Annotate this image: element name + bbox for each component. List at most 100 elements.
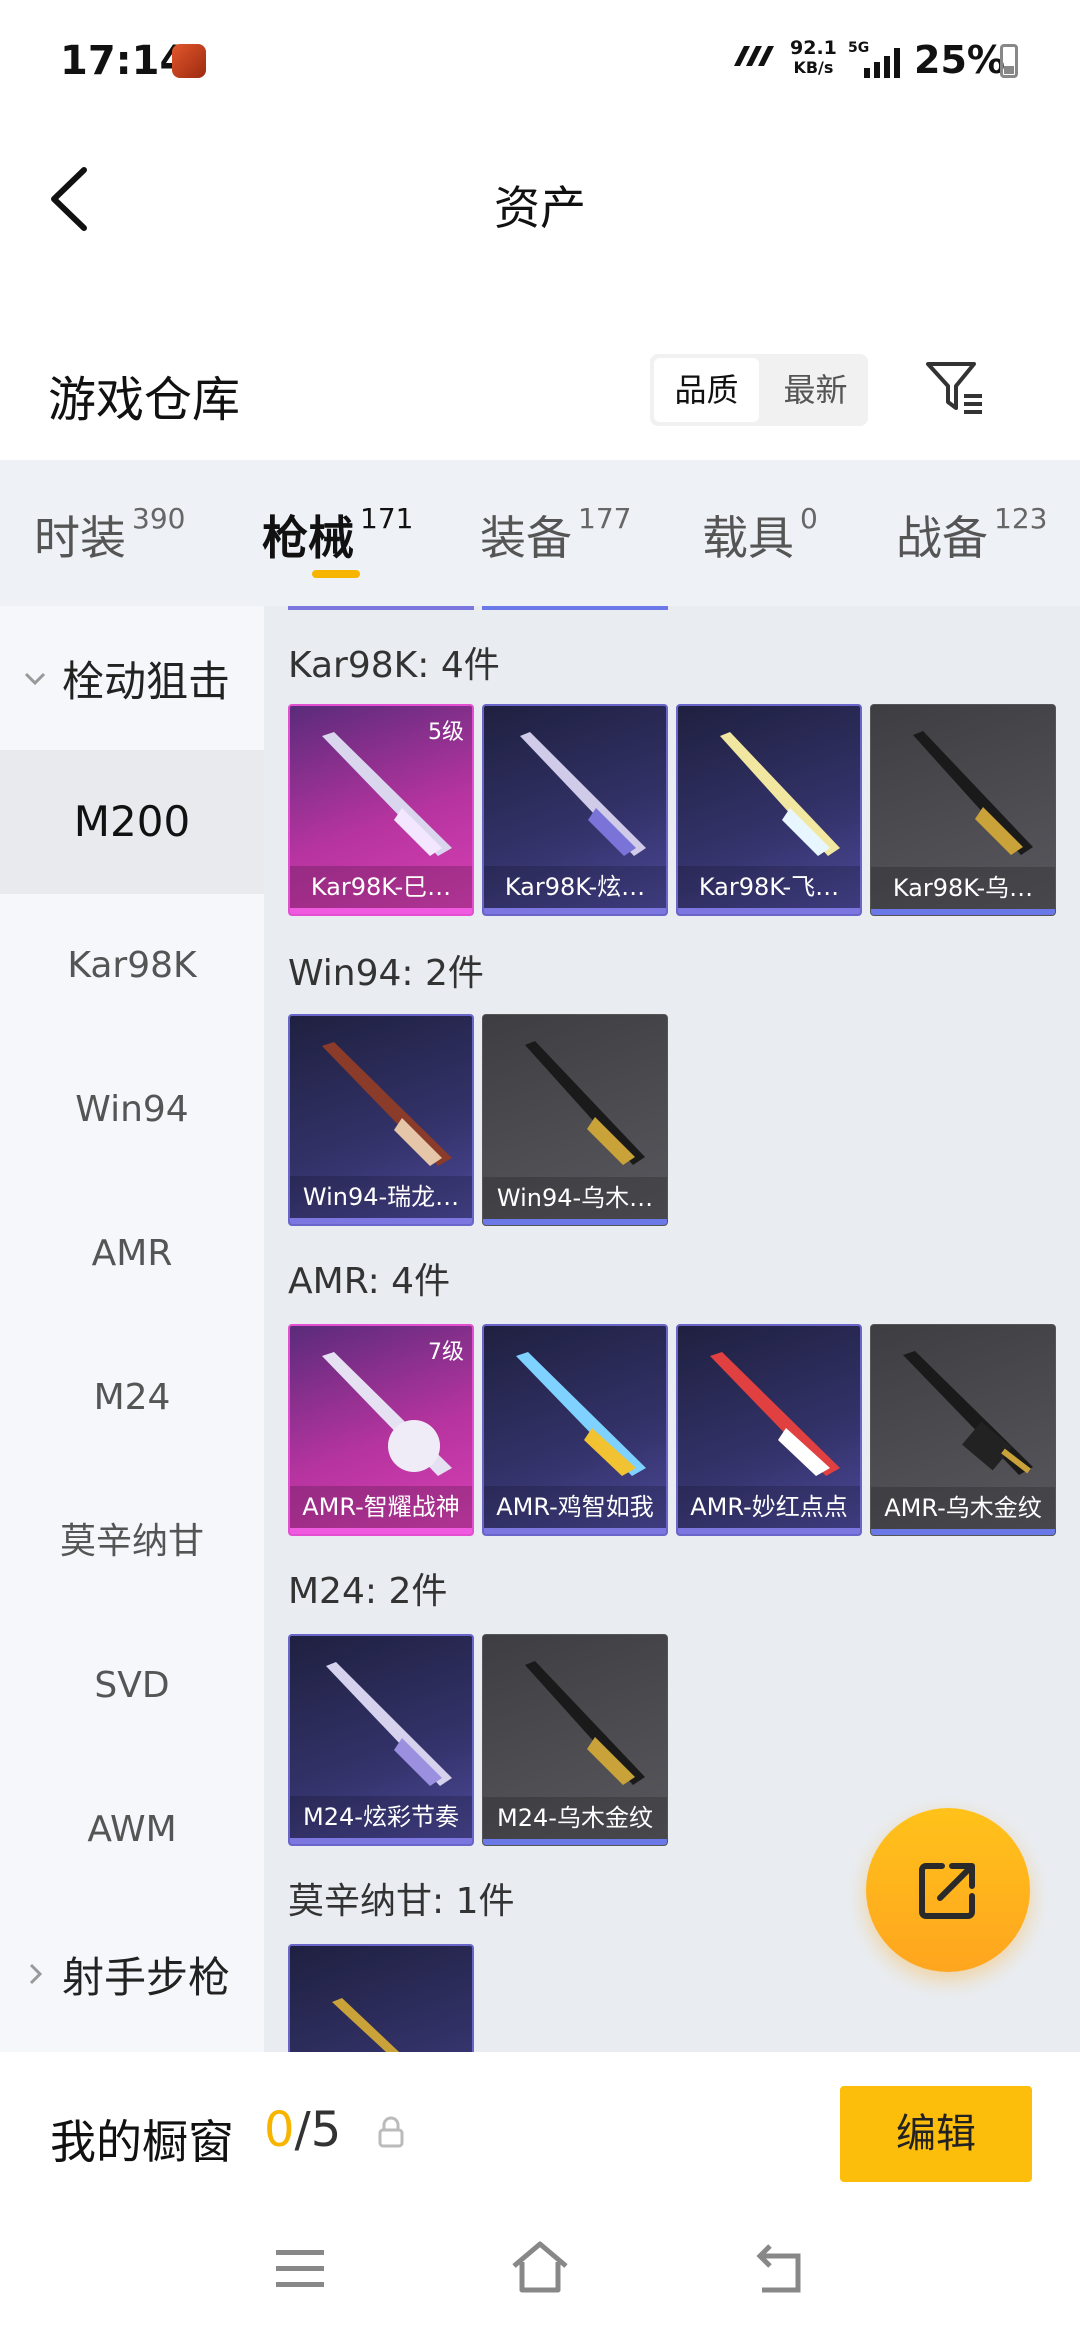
export-icon — [919, 1863, 975, 1919]
chevron-right-icon — [29, 1963, 43, 1985]
page-title: 资产 — [494, 181, 586, 235]
item-name: Kar98K-飞… — [678, 866, 860, 908]
rifle-icon — [913, 731, 1033, 855]
rifle-icon — [322, 732, 452, 856]
rarity-bar — [871, 909, 1055, 915]
item-name: AMR-智耀战神 — [290, 1486, 472, 1528]
warehouse-label: 游戏仓库 — [48, 372, 241, 428]
item-name: AMR-妙红点点 — [678, 1486, 860, 1528]
section-title: Kar98K: 4件 — [288, 645, 500, 686]
rifle-icon — [710, 1352, 840, 1476]
rarity-bar — [290, 1838, 472, 1844]
sidebar-item-win94[interactable]: Win94 — [0, 1038, 264, 1182]
showcase-label: 我的橱窗 — [50, 2115, 234, 2169]
item-card[interactable]: AMR-乌木金纹 — [870, 1324, 1056, 1536]
menu-icon[interactable] — [268, 2236, 332, 2300]
item-card[interactable]: 5级 Kar98K-巳… — [288, 704, 474, 916]
item-card[interactable]: M24-炫彩节奏 — [288, 1634, 474, 1846]
item-name: Win94-瑞龙… — [290, 1176, 472, 1218]
rarity-bar — [484, 908, 666, 914]
active-tab-indicator — [312, 570, 360, 578]
rifle-icon — [903, 1351, 1033, 1475]
rifle-icon — [516, 1352, 646, 1476]
item-card[interactable]: Kar98K-飞… — [676, 704, 862, 916]
section-title: Win94: 2件 — [288, 953, 484, 994]
rarity-bar — [871, 1529, 1055, 1535]
rarity-bar — [483, 1219, 667, 1225]
item-card[interactable]: Win94-乌木… — [482, 1014, 668, 1226]
status-time: 17:14 — [60, 38, 188, 84]
rarity-bar — [290, 1218, 472, 1224]
sidebar-item-m24[interactable]: M24 — [0, 1326, 264, 1470]
showcase-count: 0/5 — [264, 2102, 342, 2158]
sidebar-item-m200[interactable]: M200 — [0, 750, 264, 894]
sort-newest-option[interactable]: 最新 — [763, 354, 868, 426]
battery-percent: 25% — [914, 38, 1005, 82]
lock-icon — [378, 2116, 404, 2148]
category-tabs: 时装 390 枪械 171 装备 177 载具 0 战备 123 — [0, 460, 1080, 606]
section-title: 莫辛纳甘: 1件 — [288, 1881, 515, 1922]
rarity-bar — [483, 1839, 667, 1845]
item-card[interactable]: M24-乌木金纹 — [482, 1634, 668, 1846]
section-title: AMR: 4件 — [288, 1261, 451, 1302]
item-card[interactable]: 7级 AMR-智耀战神 — [288, 1324, 474, 1536]
item-card[interactable]: Kar98K-炫… — [482, 704, 668, 916]
item-card[interactable]: Win94-瑞龙… — [288, 1014, 474, 1226]
rarity-bar — [678, 908, 860, 914]
status-bar: 17:14 92.1 KB/s 5G 25% — [0, 0, 1080, 120]
svg-text:5G: 5G — [848, 40, 869, 56]
tab-guns[interactable]: 枪械 171 — [262, 502, 413, 568]
sidebar-item-mosin[interactable]: 莫辛纳甘 — [0, 1470, 264, 1614]
rifle-icon — [322, 1352, 452, 1476]
tab-equipment[interactable]: 装备 177 — [480, 502, 631, 568]
rifle-icon — [322, 1042, 452, 1166]
tab-supplies[interactable]: 战备 123 — [896, 502, 1047, 568]
section-title: M24: 2件 — [288, 1571, 448, 1612]
warehouse-header: 游戏仓库 品质 最新 — [0, 330, 1080, 460]
tab-costumes[interactable]: 时装 390 — [34, 502, 185, 568]
back-nav-icon[interactable] — [748, 2236, 812, 2300]
item-name: M24-炫彩节奏 — [290, 1796, 472, 1838]
rarity-bar — [290, 1528, 472, 1534]
clipped-card-bar — [288, 606, 474, 610]
share-button[interactable] — [866, 1808, 1030, 1972]
tab-vehicles[interactable]: 载具 0 — [702, 502, 818, 568]
item-name: Kar98K-乌… — [871, 867, 1055, 909]
showcase-bar: 我的橱窗 0/5 编辑 — [0, 2052, 1080, 2192]
sidebar-item-kar98k[interactable]: Kar98K — [0, 894, 264, 1038]
filter-icon[interactable] — [922, 356, 986, 420]
rifle-icon — [332, 1998, 400, 2052]
sidebar-group-marksman[interactable]: 射手步枪 — [0, 1902, 264, 2046]
rifle-icon — [525, 1661, 645, 1785]
network-speed: 92.1 KB/s — [790, 37, 837, 77]
chevron-down-icon — [24, 672, 46, 686]
rifle-icon — [326, 1662, 452, 1786]
sidebar-item-amr[interactable]: AMR — [0, 1182, 264, 1326]
clipped-card-bar — [482, 606, 668, 610]
item-name: M24-乌木金纹 — [483, 1797, 667, 1839]
item-name: Kar98K-巳… — [290, 866, 472, 908]
app-notification-icon — [172, 44, 206, 78]
sort-quality-option[interactable]: 品质 — [654, 358, 759, 422]
rifle-icon — [520, 732, 646, 856]
sidebar-item-awm[interactable]: AWM — [0, 1758, 264, 1902]
rifle-icon — [525, 1041, 645, 1165]
edit-button[interactable]: 编辑 — [840, 2086, 1032, 2182]
rarity-bar — [678, 1528, 860, 1534]
sort-toggle: 品质 最新 — [650, 354, 868, 426]
sidebar-item-svd[interactable]: SVD — [0, 1614, 264, 1758]
signal-icon: 5G — [848, 40, 900, 78]
rifle-icon — [720, 732, 840, 856]
item-card[interactable]: AMR-妙红点点 — [676, 1324, 862, 1536]
rarity-bar — [484, 1528, 666, 1534]
item-card[interactable] — [288, 1944, 474, 2052]
rarity-bar — [290, 908, 472, 914]
home-icon[interactable] — [508, 2236, 572, 2300]
item-name: AMR-乌木金纹 — [871, 1487, 1055, 1529]
item-name: Kar98K-炫… — [484, 866, 666, 908]
sidebar-group-bolt-action[interactable]: 栓动狙击 — [0, 606, 264, 750]
item-card[interactable]: AMR-鸡智如我 — [482, 1324, 668, 1536]
system-navbar — [0, 2192, 1080, 2344]
item-card[interactable]: Kar98K-乌… — [870, 704, 1056, 916]
battery-icon — [1000, 44, 1018, 78]
